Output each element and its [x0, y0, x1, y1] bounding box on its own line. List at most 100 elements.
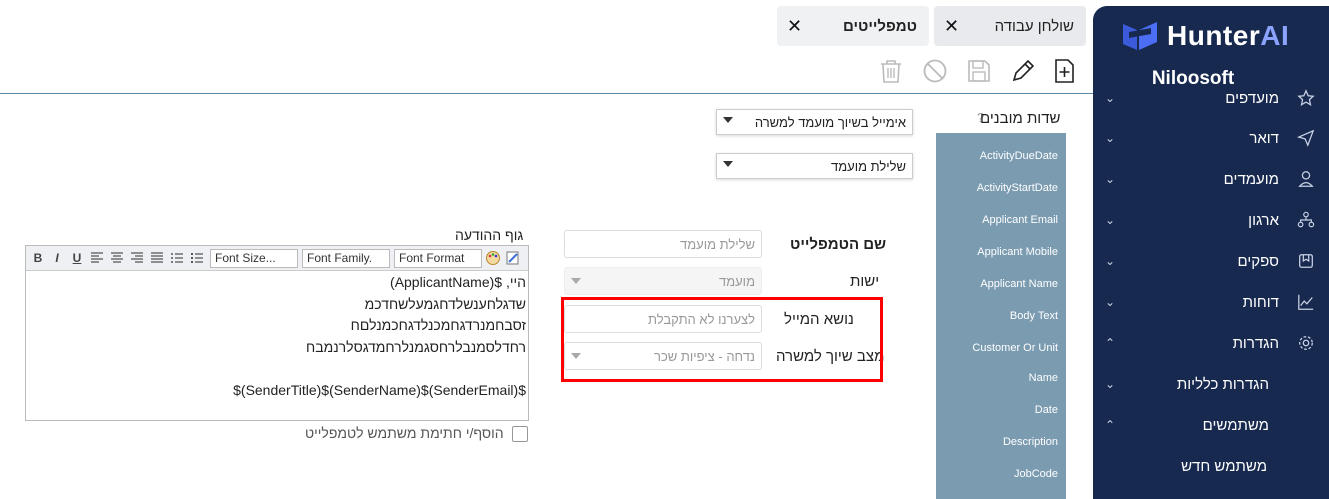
- template-subtype-select[interactable]: שלילת מועמד: [716, 153, 913, 179]
- close-icon[interactable]: ✕: [787, 16, 802, 37]
- template-type-select[interactable]: אימייל בשיוך מועמד למשרה: [716, 109, 913, 135]
- org-icon: [1297, 211, 1315, 228]
- align-left-icon[interactable]: [89, 250, 105, 266]
- sidebar-item-general-settings[interactable]: ⌄ הגדרות כלליות: [1093, 366, 1329, 402]
- field-item[interactable]: ActivityStartDate: [977, 182, 1058, 194]
- source-edit-icon[interactable]: [505, 250, 521, 266]
- chevron-down-icon: ⌄: [1105, 295, 1116, 309]
- sidebar: HunterAI Niloosoft ⌄ מועדפים ⌄ דואר ⌄ מו…: [1093, 6, 1329, 499]
- field-item[interactable]: JobCode: [1014, 468, 1058, 480]
- editor-line: זסבחמנרדגחמכנלדגחכמנלםח: [350, 317, 526, 333]
- save-icon[interactable]: [965, 57, 993, 85]
- sidebar-item-label: ארגון: [1248, 211, 1279, 229]
- page: HunterAI Niloosoft ⌄ מועדפים ⌄ דואר ⌄ מו…: [0, 0, 1329, 499]
- signature-checkbox[interactable]: [512, 426, 528, 442]
- sidebar-item-new-user[interactable]: משתמש חדש: [1093, 448, 1329, 484]
- logo: HunterAI: [1121, 20, 1289, 52]
- field-item[interactable]: Description: [1003, 436, 1058, 448]
- new-document-icon[interactable]: [1050, 57, 1078, 85]
- align-justify-icon[interactable]: [149, 250, 165, 266]
- sidebar-item-suppliers[interactable]: ⌄ ספקים: [1093, 243, 1329, 279]
- editor-content[interactable]: היי, $(ApplicantName) שדגלחענשלדחגמעלשחד…: [26, 272, 528, 420]
- color-palette-icon[interactable]: [485, 250, 501, 266]
- send-icon: [1297, 129, 1315, 147]
- sidebar-item-label: הגדרות: [1232, 334, 1279, 352]
- sidebar-item-candidates[interactable]: ⌄ מועמדים: [1093, 161, 1329, 197]
- input-value: שלילת מועמד: [680, 237, 755, 252]
- sidebar-item-organization[interactable]: ⌄ ארגון: [1093, 202, 1329, 238]
- signature-checkbox-label: הוסף/י חתימת משתמש לטמפלייט: [305, 425, 504, 441]
- tab-workspace[interactable]: שולחן עבודה ✕: [934, 6, 1086, 46]
- trash-icon[interactable]: [877, 57, 905, 85]
- field-item[interactable]: Name: [1029, 372, 1058, 384]
- caret-down-icon: [723, 117, 733, 123]
- tab-label: טמפלייטים: [843, 17, 917, 35]
- message-body-label: גוף ההודעה: [455, 227, 524, 243]
- user-icon: [1298, 171, 1314, 187]
- font-format-select[interactable]: Font Format: [394, 249, 482, 268]
- field-item[interactable]: Body Text: [1010, 310, 1058, 322]
- cancel-icon[interactable]: [921, 57, 949, 85]
- hunterai-logo-icon: [1123, 22, 1157, 50]
- sidebar-item-label: מועדפים: [1225, 89, 1279, 107]
- sidebar-item-reports[interactable]: ⌄ דוחות: [1093, 284, 1329, 320]
- template-name-input[interactable]: שלילת מועמד: [564, 230, 762, 258]
- field-item[interactable]: Applicant Name: [980, 278, 1058, 290]
- chevron-down-icon: ⌄: [1105, 213, 1116, 227]
- fields-title: שדות מובנים: [980, 110, 1061, 127]
- font-family-select[interactable]: Font Family.: [302, 249, 390, 268]
- editor-toolbar: B I U Font Size... Font Family. Font For…: [26, 246, 528, 271]
- close-icon[interactable]: ✕: [944, 16, 959, 37]
- editor-line: היי, $(ApplicantName): [390, 274, 526, 290]
- field-item[interactable]: Applicant Email: [982, 214, 1058, 226]
- bookmark-icon: [1299, 254, 1313, 268]
- editor-line: רחדלסמנבלרחסגמנלרחמדגסלרנמבח: [306, 338, 526, 355]
- font-size-select[interactable]: Font Size...: [210, 249, 298, 268]
- select-value: מועמד: [718, 274, 755, 289]
- bold-button[interactable]: B: [30, 250, 46, 266]
- editor-line: שדגלחענשלדחגמעלשחדכמ: [364, 295, 526, 312]
- align-right-icon[interactable]: [129, 250, 145, 266]
- caret-down-icon: [723, 161, 733, 167]
- sidebar-item-label: משתמש חדש: [1181, 457, 1267, 475]
- sidebar-item-label: הגדרות כלליות: [1176, 375, 1269, 393]
- italic-button[interactable]: I: [49, 250, 65, 266]
- logo-text: HunterAI: [1167, 20, 1290, 51]
- field-item[interactable]: Date: [1035, 404, 1058, 416]
- sidebar-item-label: דוחות: [1242, 293, 1279, 311]
- entity-select[interactable]: מועמד: [564, 267, 762, 295]
- sidebar-item-label: משתמשים: [1202, 416, 1269, 434]
- edit-pencil-icon[interactable]: [1009, 57, 1037, 85]
- ordered-list-icon[interactable]: [169, 250, 185, 266]
- template-name-label: שם הטמפלייט: [790, 236, 887, 253]
- highlight-box: [561, 297, 883, 382]
- field-item[interactable]: Customer Or Unit: [972, 342, 1058, 354]
- message-body-editor[interactable]: B I U Font Size... Font Family. Font For…: [25, 245, 529, 421]
- select-value: אימייל בשיוך מועמד למשרה: [754, 115, 906, 130]
- entity-label: ישות: [850, 273, 880, 290]
- sidebar-item-label: ספקים: [1237, 252, 1279, 270]
- chevron-down-icon: ⌄: [1105, 91, 1116, 105]
- field-item[interactable]: ActivityDueDate: [980, 150, 1058, 162]
- sidebar-item-mail[interactable]: ⌄ דואר: [1093, 120, 1329, 156]
- unordered-list-icon[interactable]: [189, 250, 205, 266]
- field-item[interactable]: Applicant Mobile: [977, 246, 1058, 258]
- caret-down-icon: [571, 278, 581, 284]
- chart-icon: [1298, 294, 1314, 310]
- sidebar-item-settings[interactable]: ⌃ הגדרות: [1093, 325, 1329, 361]
- chevron-up-icon: ⌃: [1105, 418, 1116, 432]
- chevron-down-icon: ⌄: [1105, 172, 1116, 186]
- chevron-down-icon: ⌄: [1105, 254, 1116, 268]
- star-icon: [1297, 89, 1315, 107]
- tab-label: שולחן עבודה: [994, 17, 1074, 35]
- sidebar-item-users[interactable]: ⌃ משתמשים: [1093, 407, 1329, 443]
- underline-button[interactable]: U: [69, 250, 85, 266]
- gear-icon: [1299, 336, 1313, 350]
- sidebar-item-favorites[interactable]: ⌄ מועדפים: [1093, 80, 1329, 116]
- chevron-down-icon: ⌄: [1105, 131, 1116, 145]
- sidebar-item-label: דואר: [1249, 129, 1279, 147]
- align-center-icon[interactable]: [109, 250, 125, 266]
- tab-templates[interactable]: טמפלייטים ✕: [777, 6, 929, 46]
- editor-line: $(SenderEmail)$(SenderName)$(SenderTitle…: [233, 381, 526, 398]
